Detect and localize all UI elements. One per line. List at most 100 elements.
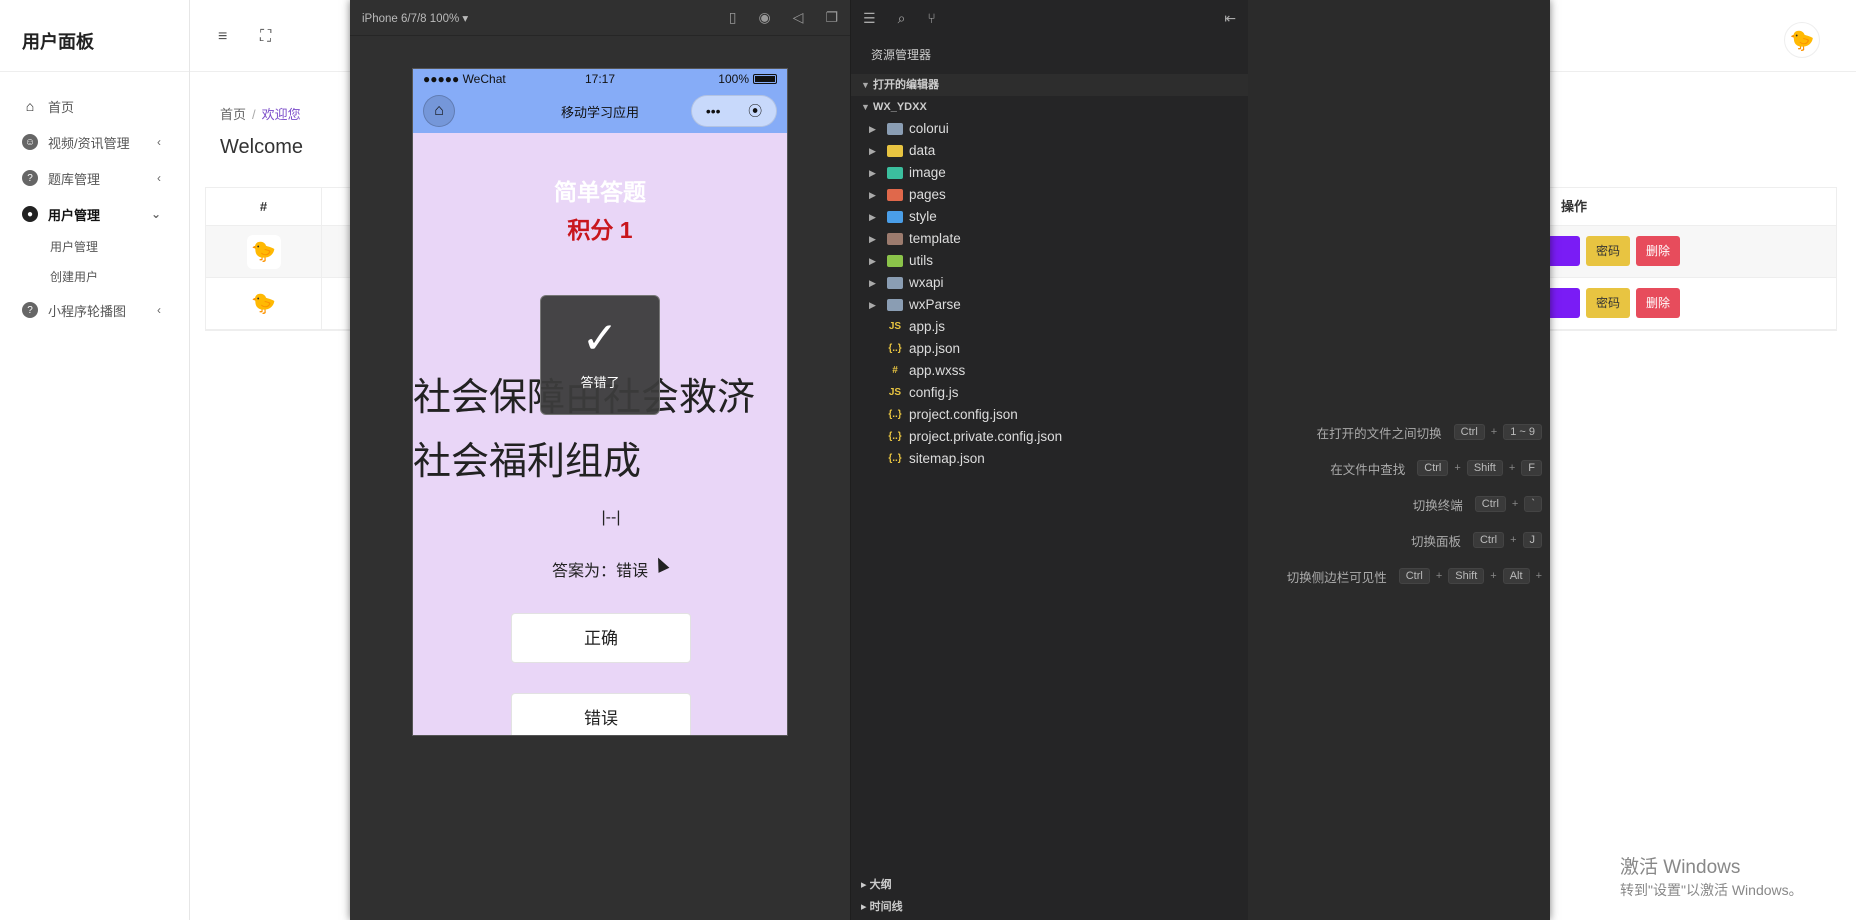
question-icon: ? <box>22 302 38 318</box>
folder-item[interactable]: ▶ style <box>851 206 1248 228</box>
key-cap: Ctrl <box>1474 496 1506 512</box>
file-item[interactable]: JS app.js <box>851 316 1248 338</box>
delete-button[interactable]: 删除 <box>1636 288 1681 318</box>
score: 积分 1 <box>567 217 633 243</box>
file-item[interactable]: # app.wxss <box>851 360 1248 382</box>
sound-icon[interactable]: ◁ <box>793 9 804 26</box>
collapse-icon[interactable]: ⇤ <box>1224 10 1236 27</box>
subnav-user-manage[interactable]: 用户管理 <box>0 232 189 262</box>
nav-item-questions[interactable]: ? 题库管理 ‹ <box>0 160 189 196</box>
user-icon: ● <box>22 206 38 222</box>
close-target-icon[interactable]: ⦿ <box>748 101 762 121</box>
chevron-right-icon: ▶ <box>869 234 876 244</box>
folder-item[interactable]: ▶ wxapi <box>851 272 1248 294</box>
check-icon: ✓ <box>581 314 619 363</box>
page-title: Welcome <box>220 136 303 158</box>
file-name: app.json <box>909 341 961 356</box>
delete-button[interactable]: 删除 <box>1636 236 1681 266</box>
project-section[interactable]: ▼ WX_YDXX <box>851 96 1248 118</box>
nav-label: 用户管理 <box>48 207 101 223</box>
shortcut-label: 在打开的文件之间切换 <box>1316 426 1442 441</box>
option-false-button[interactable]: 错误 <box>511 693 691 735</box>
shortcut-label: 切换面板 <box>1410 534 1461 549</box>
list-icon[interactable]: ☰ <box>863 10 876 27</box>
phone-status-bar: ●●●●● WeChat 17:17 100% <box>413 69 787 89</box>
search-icon[interactable]: ⌕ <box>898 10 906 27</box>
separator: |--| <box>601 509 621 526</box>
shortcut-label: 在文件中查找 <box>1330 462 1406 477</box>
folder-name: pages <box>909 187 946 202</box>
nav-item-carousel[interactable]: ? 小程序轮播图 ‹ <box>0 292 189 328</box>
file-name: sitemap.json <box>909 451 985 466</box>
edit-button[interactable] <box>1546 288 1580 318</box>
admin-nav: ⌂ 首页 ☺ 视频/资讯管理 ‹ ? 题库管理 ‹ ● 用户管理 ⌄ 用户管理 … <box>0 88 189 328</box>
timeline-section[interactable]: ▸ 时间线 <box>851 896 1248 918</box>
folder-icon <box>887 233 903 245</box>
key-cap: 1 ~ 9 <box>1503 424 1542 440</box>
folder-name: wxapi <box>909 275 944 290</box>
brand-title: 用户面板 <box>0 0 189 72</box>
chevron-left-icon: ‹ <box>157 303 161 317</box>
file-icon: JS <box>888 321 902 332</box>
folder-item[interactable]: ▶ template <box>851 228 1248 250</box>
folder-item[interactable]: ▶ image <box>851 162 1248 184</box>
breadcrumb-home[interactable]: 首页 <box>220 107 246 122</box>
branch-icon[interactable]: ⑂ <box>927 10 935 26</box>
file-item[interactable]: {..} project.private.config.json <box>851 426 1248 448</box>
question-type: 简单答题 <box>554 179 646 205</box>
shortcut-row: 切换终端 Ctrl + ` <box>1413 494 1550 514</box>
chevron-right-icon: ▶ <box>869 168 876 178</box>
file-item[interactable]: JS config.js <box>851 382 1248 404</box>
menu-icon[interactable]: ≡ <box>218 28 227 46</box>
nav-item-video[interactable]: ☺ 视频/资讯管理 ‹ <box>0 124 189 160</box>
avatar: 🐤 <box>246 286 281 321</box>
home-icon[interactable]: ⌂ <box>423 95 455 127</box>
edit-button[interactable] <box>1546 236 1580 266</box>
file-icon: {..} <box>888 409 902 420</box>
file-icon: # <box>892 365 898 376</box>
key-cap: Ctrl <box>1398 568 1430 584</box>
folder-item[interactable]: ▶ data <box>851 140 1248 162</box>
key-cap: Ctrl <box>1453 424 1485 440</box>
battery-icon <box>753 74 777 84</box>
file-item[interactable]: {..} project.config.json <box>851 404 1248 426</box>
folder-list: ▶ colorui ▶ data ▶ image ▶ pages ▶ style ▶ template… <box>851 118 1248 316</box>
avatar: 🐤 <box>246 234 281 269</box>
avatar[interactable]: 🐤 <box>1784 22 1820 58</box>
nav-item-users[interactable]: ● 用户管理 ⌄ <box>0 196 189 232</box>
password-button[interactable]: 密码 <box>1586 288 1631 318</box>
option-true-button[interactable]: 正确 <box>511 613 691 663</box>
capsule-menu[interactable]: ••• ⦿ <box>691 95 777 127</box>
breadcrumb: 首页 / 欢迎您 <box>220 107 301 122</box>
folder-item[interactable]: ▶ wxParse <box>851 294 1248 316</box>
folder-name: colorui <box>909 121 949 136</box>
shortcut-row: 切换侧边栏可见性 Ctrl + Shift + Alt + <box>1287 566 1550 586</box>
folder-item[interactable]: ▶ colorui <box>851 118 1248 140</box>
subnav-create-user[interactable]: 创建用户 <box>0 262 189 292</box>
shortcut-panel: 在打开的文件之间切换 Ctrl +1 ~ 9 在文件中查找 Ctrl + Shift + F 切换… <box>1248 0 1550 920</box>
fullscreen-icon[interactable]: ⛶ <box>260 28 271 46</box>
battery-percent: 100% <box>718 72 749 86</box>
col-ops: 操作 <box>1561 199 1588 214</box>
folder-icon <box>887 123 903 135</box>
open-editors-section[interactable]: ▼ 打开的编辑器 <box>851 74 1248 96</box>
outline-section[interactable]: ▸ 大纲 <box>851 874 1248 896</box>
folder-item[interactable]: ▶ pages <box>851 184 1248 206</box>
key-cap: J <box>1522 532 1542 548</box>
record-icon[interactable]: ◉ <box>758 9 770 26</box>
folder-item[interactable]: ▶ utils <box>851 250 1248 272</box>
window-icon[interactable]: ❐ <box>825 9 838 26</box>
more-icon[interactable]: ••• <box>706 103 721 119</box>
file-item[interactable]: {..} sitemap.json <box>851 448 1248 470</box>
device-select[interactable]: iPhone 6/7/8 100% ▾ <box>362 11 468 25</box>
key-cap: ` <box>1524 496 1542 512</box>
phone-icon[interactable]: ▯ <box>729 9 737 26</box>
file-icon: {..} <box>888 343 902 354</box>
folder-name: template <box>909 231 961 246</box>
password-button[interactable]: 密码 <box>1586 236 1631 266</box>
nav-item-home[interactable]: ⌂ 首页 <box>0 88 189 124</box>
simulator-toolbar: iPhone 6/7/8 100% ▾ ▯ ◉ ◁ ❐ <box>350 0 850 36</box>
file-item[interactable]: {..} app.json <box>851 338 1248 360</box>
file-list: JS app.js {..} app.json # app.wxss JS config.js… <box>851 316 1248 470</box>
col-hash: # <box>206 188 322 225</box>
